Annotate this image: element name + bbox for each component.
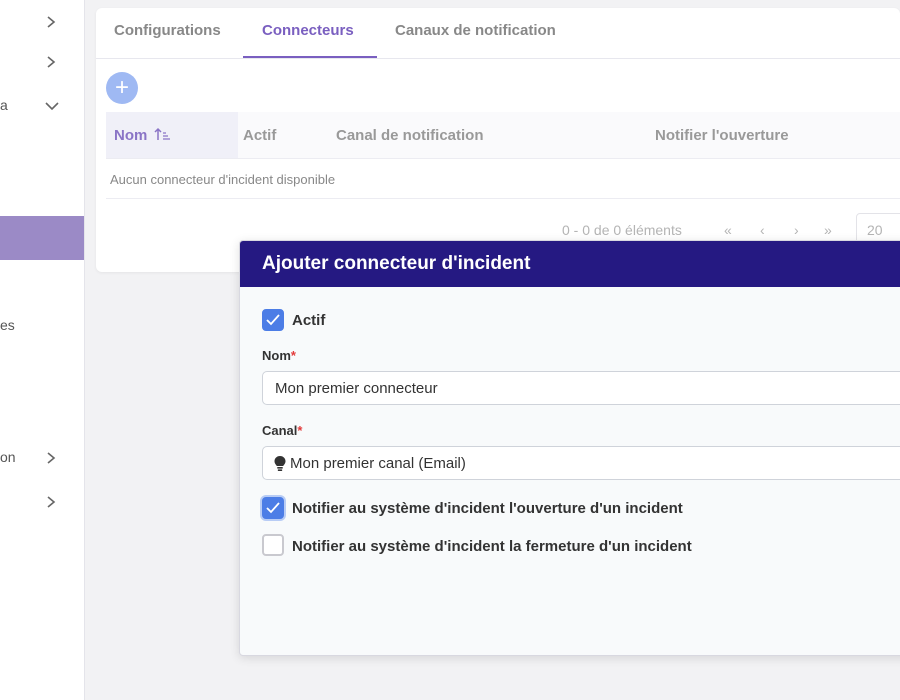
page-size-value: 20	[867, 222, 883, 238]
active-tab-indicator	[243, 56, 377, 58]
actif-checkbox[interactable]	[262, 309, 284, 331]
chevron-right-icon	[47, 452, 56, 464]
sidebar-item-6[interactable]	[0, 480, 84, 524]
sidebar-item-4[interactable]: es	[0, 304, 84, 348]
sidebar-item-1[interactable]	[0, 0, 84, 44]
add-connector-button[interactable]: +	[106, 72, 138, 104]
modal-title: Ajouter connecteur d'incident	[262, 253, 531, 274]
actif-label: Actif	[292, 312, 326, 329]
notify-open-checkbox[interactable]	[262, 497, 284, 519]
add-connector-modal: Ajouter connecteur d'incident Actif Nom*…	[239, 240, 900, 656]
tab-bar: Configurations Connecteurs Canaux de not…	[96, 8, 900, 59]
sidebar-item-active[interactable]	[0, 216, 84, 260]
notify-close-checkbox[interactable]	[262, 534, 284, 556]
sort-ascending-icon	[153, 127, 170, 140]
lightbulb-icon	[274, 456, 286, 471]
prev-page-button[interactable]: ‹	[760, 222, 765, 238]
chevron-right-icon	[47, 16, 56, 28]
connectors-card: Configurations Connecteurs Canaux de not…	[96, 8, 900, 272]
column-label: Nom	[114, 127, 148, 144]
notify-open-label: Notifier au système d'incident l'ouvertu…	[292, 500, 683, 517]
label-text: Canal	[262, 423, 298, 438]
checkmark-icon	[266, 502, 280, 514]
sidebar-item-label: es	[0, 317, 15, 333]
first-page-button[interactable]: «	[724, 222, 732, 238]
last-page-button[interactable]: »	[824, 222, 832, 238]
modal-header: Ajouter connecteur d'incident	[240, 241, 900, 287]
sidebar-item-2[interactable]	[0, 40, 84, 84]
divider	[106, 198, 900, 199]
column-header-canal[interactable]: Canal de notification	[336, 127, 484, 144]
sidebar: a es on	[0, 0, 85, 700]
notify-close-label: Notifier au système d'incident la fermet…	[292, 538, 692, 555]
column-header-notifier-ouverture[interactable]: Notifier l'ouverture	[655, 127, 789, 144]
column-header-nom[interactable]: Nom	[114, 127, 170, 144]
sidebar-item-label: on	[0, 449, 16, 465]
sidebar-item-5[interactable]: on	[0, 436, 84, 480]
canal-select[interactable]: Mon premier canal (Email)	[262, 446, 900, 480]
chevron-down-icon	[45, 102, 59, 111]
tab-canaux-de-notification[interactable]: Canaux de notification	[395, 22, 556, 39]
chevron-right-icon	[47, 56, 56, 68]
table-header: Nom Actif Canal de notification Notifier…	[106, 112, 900, 159]
nom-input[interactable]: Mon premier connecteur	[262, 371, 900, 405]
tab-configurations[interactable]: Configurations	[114, 22, 221, 39]
nom-input-value: Mon premier connecteur	[275, 380, 438, 397]
checkmark-icon	[266, 314, 280, 326]
nom-field-label: Nom*	[262, 348, 296, 363]
empty-table-message: Aucun connecteur d'incident disponible	[110, 172, 336, 187]
canal-select-value: Mon premier canal (Email)	[290, 455, 466, 472]
canal-field-label: Canal*	[262, 423, 302, 438]
column-header-actif[interactable]: Actif	[243, 127, 276, 144]
required-mark: *	[297, 423, 303, 438]
sidebar-item-3[interactable]: a	[0, 84, 84, 128]
chevron-right-icon	[47, 496, 56, 508]
next-page-button[interactable]: ›	[794, 222, 799, 238]
label-text: Nom	[262, 348, 291, 363]
pagination-info: 0 - 0 de 0 éléments	[562, 222, 682, 238]
sidebar-item-label: a	[0, 97, 8, 113]
tab-connecteurs[interactable]: Connecteurs	[262, 22, 354, 39]
required-mark: *	[290, 348, 296, 363]
